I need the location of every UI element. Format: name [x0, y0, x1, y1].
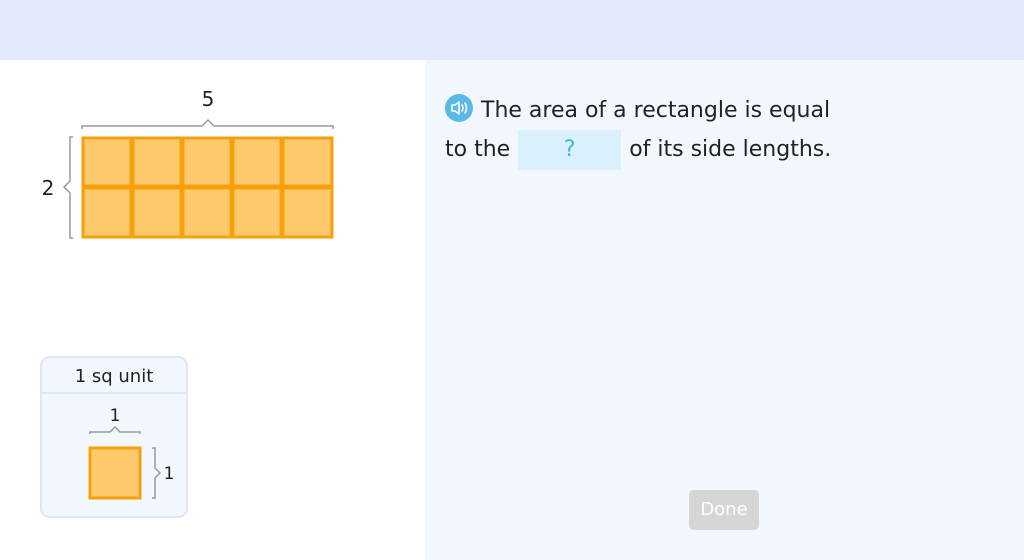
unit-square	[131, 136, 183, 188]
legend-right-brace	[152, 447, 162, 499]
height-label: 2	[42, 176, 55, 200]
question-line-1: The area of a rectangle is equal	[481, 98, 831, 123]
legend-title: 1 sq unit	[42, 358, 186, 394]
unit-square-legend: 1 1	[88, 406, 175, 500]
unit-square	[281, 186, 334, 239]
legend-unit-square	[88, 446, 142, 500]
unit-square	[281, 136, 334, 188]
unit-square	[81, 186, 133, 239]
legend-top-label: 1	[110, 406, 121, 426]
width-label: 5	[202, 87, 215, 111]
speaker-icon[interactable]	[445, 94, 473, 122]
question-suffix: of its side lengths.	[629, 137, 832, 162]
done-button[interactable]: Done	[689, 490, 759, 530]
unit-square	[231, 186, 283, 239]
question-line-2: to the? of its side lengths.	[445, 130, 1005, 170]
unit-square	[181, 136, 233, 188]
top-brace	[81, 118, 334, 129]
speaker-icon-glyph	[451, 101, 468, 115]
unit-legend-card: 1 sq unit 1 1	[40, 356, 188, 518]
answer-blank[interactable]: ?	[518, 130, 622, 170]
unit-square	[131, 186, 183, 239]
unit-square	[181, 186, 233, 239]
unit-square	[81, 136, 133, 188]
unit-square-grid	[81, 136, 334, 239]
legend-right-label: 1	[164, 464, 175, 484]
question-prefix: to the	[445, 137, 511, 162]
left-brace	[62, 136, 73, 239]
unit-square	[231, 136, 283, 188]
legend-top-brace	[89, 425, 141, 434]
question-text: The area of a rectangle is equal to the?…	[445, 92, 1005, 170]
